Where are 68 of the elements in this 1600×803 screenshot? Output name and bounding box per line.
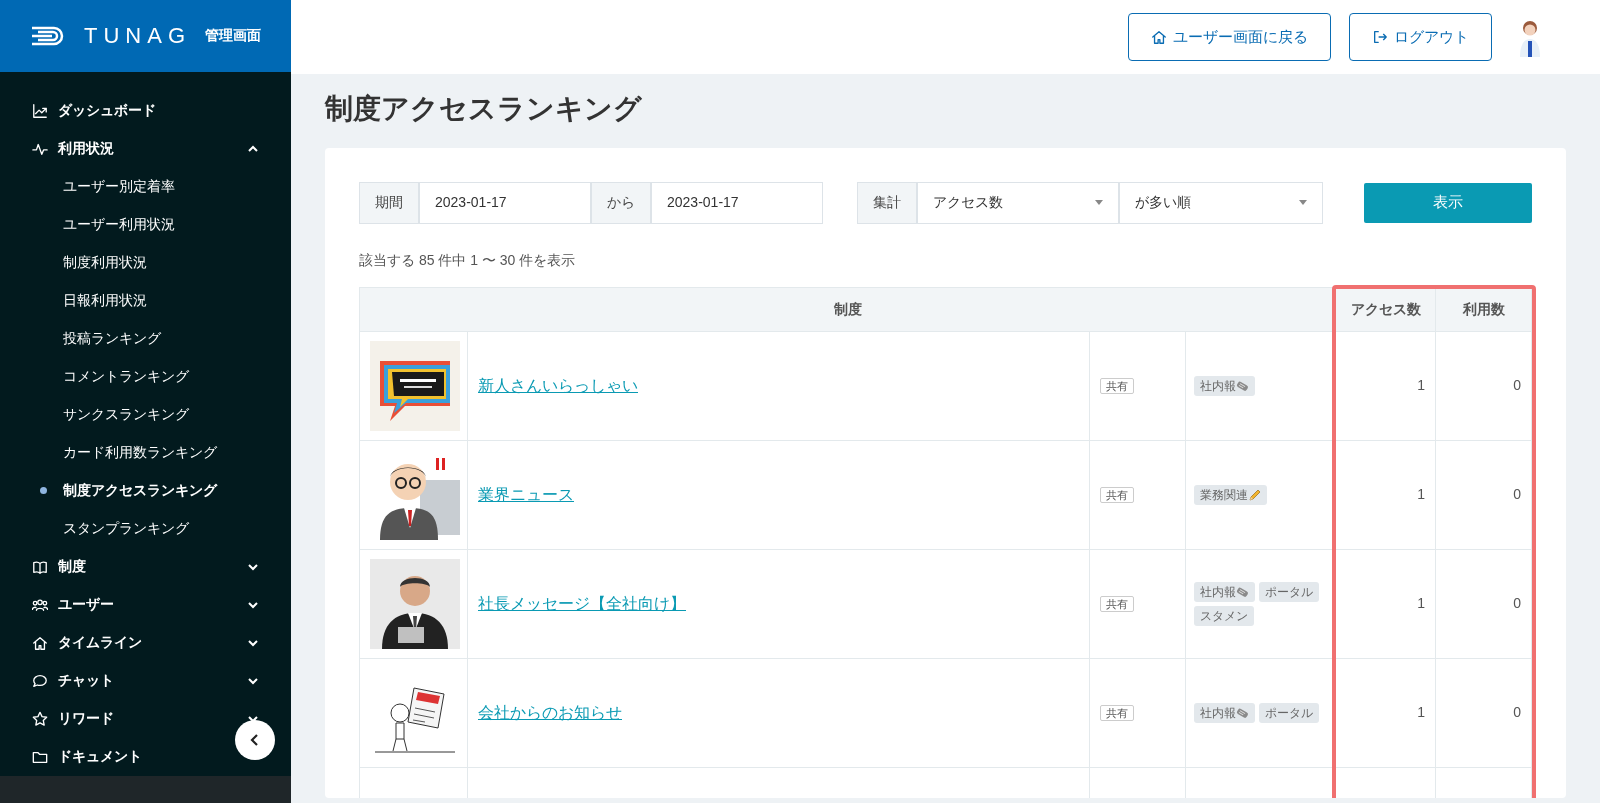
brand-subtitle: 管理画面 [205,26,261,46]
sidebar-subitem[interactable]: カード利用数ランキング [0,433,291,472]
select-field[interactable]: が多い順 [1119,181,1323,224]
page-title: 制度アクセスランキング [325,92,643,126]
selected-dot [40,487,47,495]
table-cell: 0 [1435,549,1532,659]
sidebar-subitem[interactable]: 日報利用状況 [0,281,291,320]
category-tag: 社内報 [1194,581,1255,602]
pencil-icon [1248,488,1261,501]
sidebar-subitem[interactable]: コメントランキング [0,357,291,396]
caret-icon [1299,200,1307,206]
table-cell: 1 [1335,440,1436,550]
table-cell: 0 [1435,331,1532,441]
chevron-left-icon [249,733,261,747]
sidebar-subitem[interactable]: ユーザー別定着率 [0,167,291,206]
scope-label: 共有 [1100,705,1134,722]
category-tag: 社内報 [1194,702,1255,723]
speech-bubble-icon [32,672,48,689]
newspaper-icon [1236,379,1249,392]
header-button[interactable]: ユーザー画面に戻る [1128,13,1331,61]
sidebar-subitem[interactable]: 制度利用状況 [0,243,291,282]
newspaper-icon [1236,706,1249,719]
column-header: アクセス数 [1335,287,1436,332]
collapse-button[interactable] [235,720,275,760]
result-summary: 該当する 85 件中 1 〜 30 件を表示 [359,250,577,270]
home-icon [1151,29,1167,45]
scope-label: 共有 [1100,487,1134,504]
home-icon [32,634,48,651]
chart-icon [32,102,48,119]
sidebar-item[interactable]: 利用状況 [0,129,291,168]
brand-logo: TUNAG [84,22,191,51]
sidebar-item[interactable]: チャット [0,661,291,700]
category-tag: 社内報 [1194,375,1255,396]
column-header: 利用数 [1435,287,1532,332]
table-cell: 1 [1335,331,1436,441]
category-tag: 業務関連 [1194,484,1267,505]
sidebar-subitem[interactable]: 制度アクセスランキング [0,471,291,510]
sidebar-item[interactable]: 制度 [0,547,291,586]
newspaper-icon [1236,585,1249,598]
scope-label: 共有 [1100,378,1134,395]
date-field[interactable]: 2023-01-17 [419,181,591,224]
header-button[interactable]: ログアウト [1349,13,1492,61]
table-cell: 1 [1335,658,1436,768]
sidebar-subitem[interactable]: スタンプランキング [0,509,291,548]
caret-icon [1095,200,1103,206]
category-tag: スタメン [1194,605,1254,626]
table-cell: 1 [1335,549,1436,659]
category-tag: ポータル [1259,581,1319,602]
logout-icon [1372,29,1388,45]
table-cell: 0 [1435,440,1532,550]
sidebar-item[interactable]: タイムライン [0,623,291,662]
sidebar-item[interactable]: ダッシュボード [0,91,291,130]
star-icon [32,710,48,727]
select-field[interactable]: アクセス数 [917,181,1119,224]
sidebar-item[interactable]: リワード [0,699,291,738]
period-label: 期間 [359,181,419,224]
range-label: から [591,181,651,224]
sidebar-item[interactable]: ドキュメント [0,737,291,776]
sidebar-subitem[interactable]: 投稿ランキング [0,319,291,358]
aggregate-label: 集計 [857,181,917,224]
date-field[interactable]: 2023-01-17 [651,181,823,224]
book-icon [32,558,48,575]
sidebar-item[interactable]: ユーザー [0,585,291,624]
sidebar-subitem[interactable]: サンクスランキング [0,395,291,434]
sidebar-subitem[interactable]: ユーザー利用状況 [0,205,291,244]
scope-label: 共有 [1100,596,1134,613]
category-tag: ポータル [1259,702,1319,723]
table-cell: 0 [1435,658,1532,768]
